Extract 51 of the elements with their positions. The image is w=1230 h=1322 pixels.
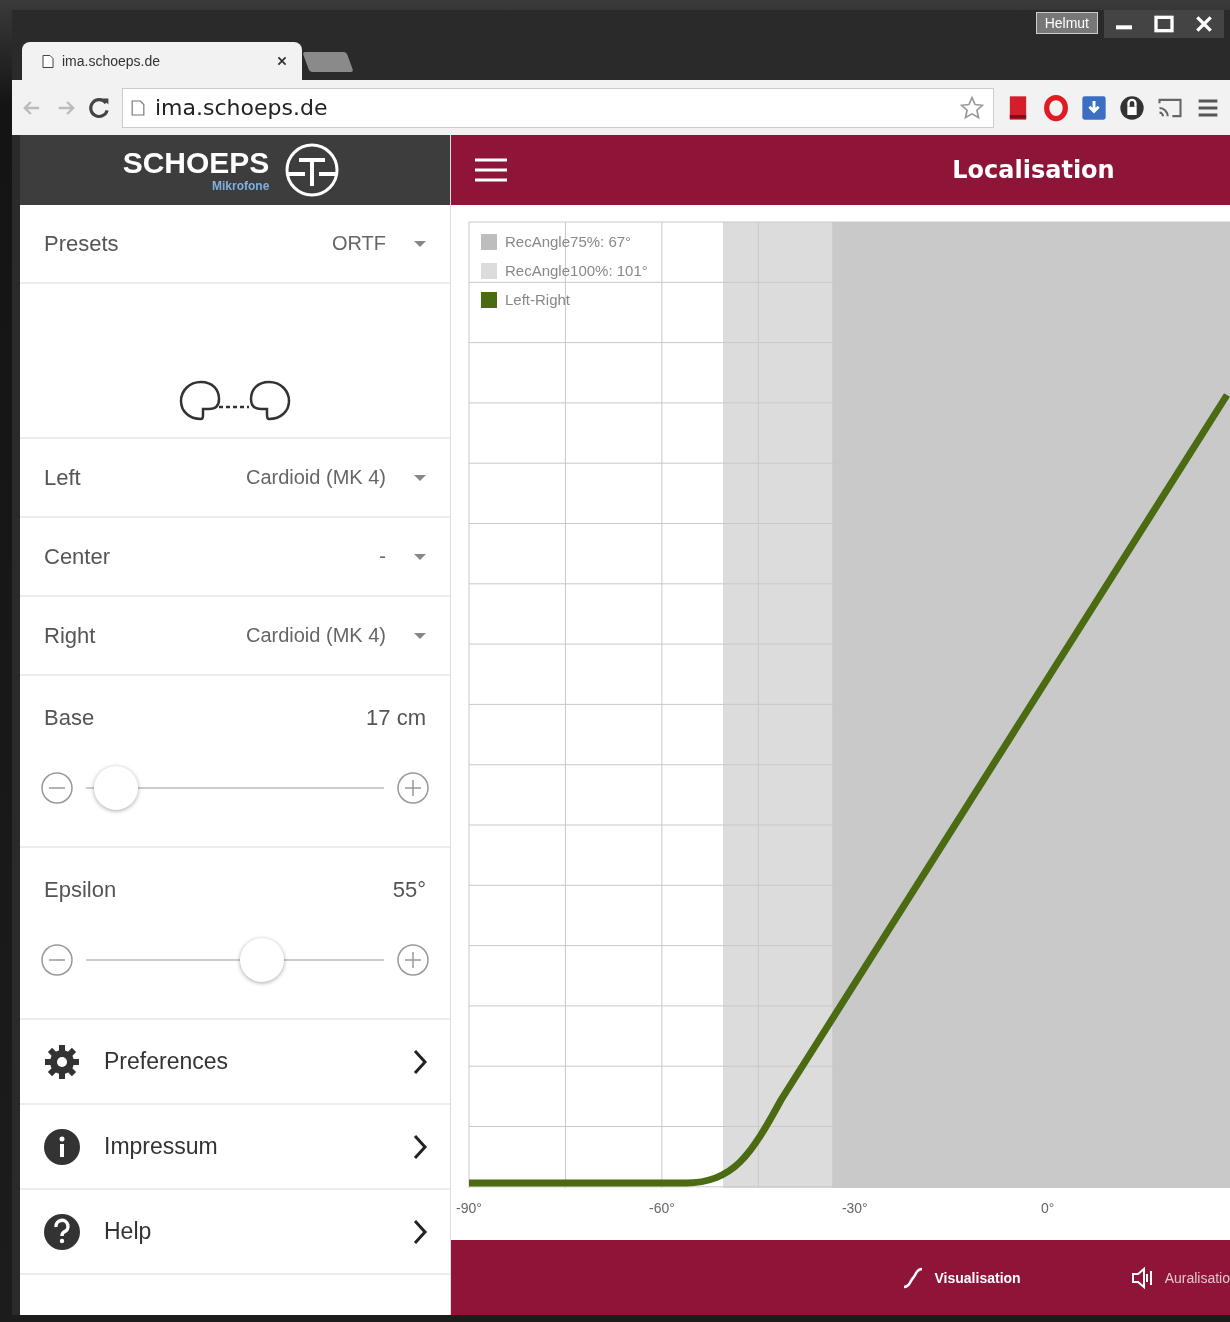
legend-label: RecAngle75%: 67° (505, 233, 632, 250)
page-icon (131, 98, 145, 117)
menu-icon[interactable] (473, 156, 509, 184)
browser-tab[interactable]: ima.schoeps.de (22, 42, 302, 80)
axis-tick-label: -90° (456, 1200, 482, 1216)
star-icon[interactable] (959, 94, 985, 121)
legend-label: RecAngle100%: 101° (505, 262, 648, 279)
slider-label: Base (44, 705, 95, 731)
page-title: Localisation (951, 156, 1116, 184)
caret-icon (414, 240, 426, 247)
slider-reading: 17 cm (366, 705, 426, 731)
microphone-select[interactable]: Center - (20, 518, 450, 597)
chevron-icon (412, 1047, 428, 1076)
axis-tick-label: -30° (841, 1200, 868, 1216)
slider-reading: 55° (392, 877, 426, 903)
presets-select[interactable]: Presets ORTF (20, 205, 450, 284)
info-icon (42, 1126, 82, 1167)
menu-item[interactable]: Help (20, 1190, 450, 1275)
speaker-icon (1130, 1265, 1155, 1290)
caret-icon (414, 632, 426, 639)
axis-tick-label: -60° (649, 1200, 675, 1216)
brand-subtitle: Mikrofone (212, 179, 270, 193)
help-icon (42, 1211, 82, 1252)
page-icon (42, 53, 54, 69)
ring-icon[interactable] (1042, 93, 1070, 122)
axis-tick-label: 0° (1041, 1200, 1055, 1216)
chevron-icon (412, 1132, 428, 1161)
caret-icon (414, 474, 426, 481)
plus-icon[interactable] (396, 771, 430, 805)
menu-item[interactable]: Preferences (20, 1020, 450, 1105)
profile-button[interactable]: Helmut (1035, 12, 1098, 34)
menu-item[interactable]: Impressum (20, 1105, 450, 1190)
bottom-tab[interactable]: Auralisatio (1130, 1265, 1230, 1290)
plus-icon[interactable] (396, 943, 430, 977)
close-icon[interactable] (276, 55, 288, 67)
download-icon[interactable] (1080, 93, 1108, 122)
caret-icon (414, 553, 426, 560)
address-bar[interactable]: ima.schoeps.de (122, 87, 994, 128)
slider-label: Epsilon (44, 877, 117, 903)
lock-icon[interactable] (1118, 93, 1146, 122)
slider-thumb[interactable] (93, 766, 138, 810)
new-tab-button[interactable] (302, 52, 354, 72)
chevron-icon (412, 1217, 428, 1246)
microphone-select[interactable]: Right Cardioid (MK 4) (20, 597, 450, 676)
bottom-tab[interactable]: Visualisation (900, 1265, 1021, 1290)
microphone-select[interactable]: Left Cardioid (MK 4) (20, 439, 450, 518)
minus-icon[interactable] (40, 943, 74, 977)
legend-label: Left-Right (505, 291, 571, 308)
brand-name: SCHOEPS (122, 147, 270, 179)
slider-thumb[interactable] (239, 938, 284, 982)
minus-icon[interactable] (40, 771, 74, 805)
